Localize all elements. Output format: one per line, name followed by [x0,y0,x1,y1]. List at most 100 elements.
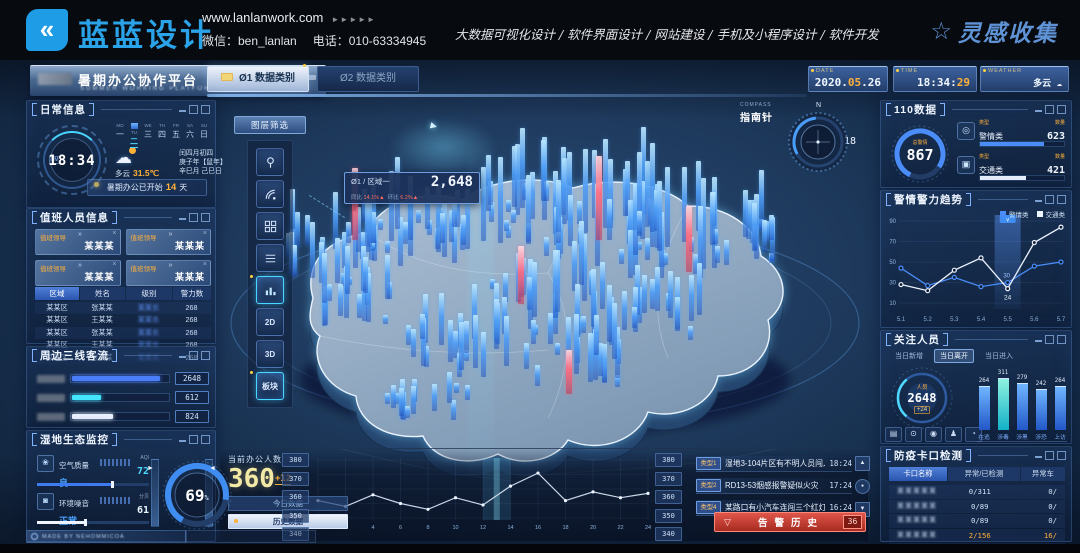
panel-controls[interactable] [1035,451,1066,460]
air-slider[interactable] [37,483,149,486]
dot-deco [303,64,306,67]
duty-name: 某某某 [175,270,205,283]
panel-passenger-flow: 周边三线客流 2648612824 [26,346,216,428]
duty-col-header[interactable]: 区域 [35,287,79,300]
duty-name: 某某某 [84,270,114,283]
mini-histogram [100,497,130,504]
svg-text:50: 50 [889,260,896,266]
duty-card[interactable]: 值班领导»×某某某 [35,229,121,255]
duty-count: 268 [172,327,211,339]
duty-col-header[interactable]: 警力数 [173,287,211,300]
layer-tool-list[interactable] [256,244,284,272]
weekday-cell: TH四 [157,123,167,148]
bar-category: 上访 [1054,432,1066,441]
layer-tool-chart[interactable] [256,276,284,304]
warning-triangle-icon: ▽ [724,517,731,528]
svg-text:24: 24 [1004,295,1012,302]
alert-text: 湿地3-104片区有不明人员闯入 [725,458,825,469]
svg-text:5.5: 5.5 [1003,317,1012,323]
target-icon[interactable]: ⊙ [905,427,922,442]
item-progress-bar [979,175,1065,181]
layer-tool-radar[interactable] [256,180,284,208]
checkpoint-row: 某某某某某0/890/ [889,500,1065,514]
duty-card[interactable]: 值班领导»×某某某 [126,229,212,255]
type-name: 交通类 [979,166,1003,175]
panel-controls[interactable] [179,435,210,444]
duty-table-header: 区域姓名级别警力数 [35,287,211,300]
panel-controls[interactable] [179,105,210,114]
duty-role: 值班领导 [131,263,157,273]
expand-icon [201,213,210,222]
focus-gauge: 人员2648+24 [889,365,955,431]
close-icon[interactable]: × [203,261,207,268]
alert-time: 16:24 [829,503,852,512]
layer-tool-3d[interactable]: 3D [256,340,284,368]
y-tick: 370 [655,472,682,486]
inspiration-collect[interactable]: ☆ 灵感收集 [930,14,1058,48]
scroll-dot-icon[interactable]: ● [855,479,870,494]
bar-value: 279 [1017,375,1027,381]
camera-icon[interactable]: ◉ [925,427,942,442]
duty-card[interactable]: 值班领导»×某某某 [126,260,212,286]
legend-swatch [1037,211,1043,217]
legend-item[interactable]: 警情类 [1000,209,1029,219]
layer-tool-2d[interactable]: 2D [256,308,284,336]
checkpoint-col-header[interactable]: 卡口名称 [889,467,947,481]
expand-icon [201,435,210,444]
legend-item[interactable]: 交通类 [1037,209,1066,219]
tooltip-value: 2,648 [431,174,473,190]
bottom-strip [0,544,1080,553]
panel-controls[interactable] [179,213,210,222]
layer-tool-pin[interactable] [256,148,284,176]
minimize-icon [1035,451,1042,458]
flow-label-blurred [37,375,65,383]
duty-col-header[interactable]: 姓名 [80,287,125,300]
website-link[interactable]: www.lanlanwork.com►►►►► [202,10,376,25]
right-arrow-icon[interactable]: ► [209,465,216,472]
focus-bar-chart: 264在逃311涉毒279涉黑242涉恐264上访 [977,361,1067,442]
y-tick: 340 [655,527,682,541]
panel-controls[interactable] [1035,105,1066,114]
close-icon[interactable]: × [112,230,116,237]
close-icon[interactable]: × [203,230,207,237]
person-icon[interactable]: ♟ [945,427,962,442]
checkpoint-row: 某某某某某0/890/ [889,514,1065,528]
platform-subtitle: SUMMER WORKING PLATFORM [80,86,218,92]
collect-label: 灵感收集 [958,14,1058,48]
110-items: ◎类型警情类数量623▣类型交通类数量421 [957,119,1065,187]
panel-controls[interactable] [179,351,210,360]
y-tick: 370 [282,472,309,486]
alert-count-badge: 36 [843,515,862,529]
left-arrow-icon[interactable]: ► [147,465,154,472]
alert-row[interactable]: 类型2RD13-53烟感报警疑似火灾17:24 [696,478,852,494]
bar-category: 涉毒 [997,432,1009,441]
close-icon[interactable]: × [112,261,116,268]
duty-card[interactable]: 值班领导»×某某某 [35,260,121,286]
checkpoint-row: 某某某某某2/15616/ [889,529,1065,543]
checkpoint-col-header[interactable]: 异常车 [1021,467,1065,481]
scroll-up-icon[interactable]: ▲ [855,456,870,471]
office-line-chart: 024681012141618202224 [312,452,654,537]
flow-bar [70,374,170,383]
layer-tool-grid[interactable] [256,212,284,240]
vehicle-icon[interactable]: ▤ [885,427,902,442]
alert-time: 18:24 [829,459,852,468]
contact-info: 微信：ben_lanlan电话：010-63334945 [202,32,442,49]
panel-title: 关注人员 [894,332,940,347]
checkpoint-col-header[interactable]: 异常/已检测 [948,467,1020,481]
focus-bar: 279涉黑 [1015,375,1029,441]
focus-tab[interactable]: 当日新增 [889,349,929,363]
duty-col-header[interactable]: 级别 [126,287,172,300]
bar-value: 264 [979,378,989,384]
window-icon [189,435,198,444]
noise-slider[interactable] [37,521,149,524]
focus-tab[interactable]: 当日离开 [934,349,974,363]
compass[interactable]: COMPASS 指南针 N 18 [740,102,856,194]
panel-controls[interactable] [1035,335,1066,344]
bar-category: 在逃 [978,432,990,441]
layer-tool-blocks[interactable]: 板块 [256,372,284,400]
alert-row[interactable]: 类型1湿地3-104片区有不明人员闯入18:24 [696,456,852,472]
panel-focus-persons: 关注人员 当日新增当日离开当日进入 人员2648+24 ▤⊙◉♟◔ 264在逃3… [880,330,1072,444]
alert-history-button[interactable]: ▽ 告警历史 36 [714,512,866,532]
flow-value: 824 [175,410,209,423]
